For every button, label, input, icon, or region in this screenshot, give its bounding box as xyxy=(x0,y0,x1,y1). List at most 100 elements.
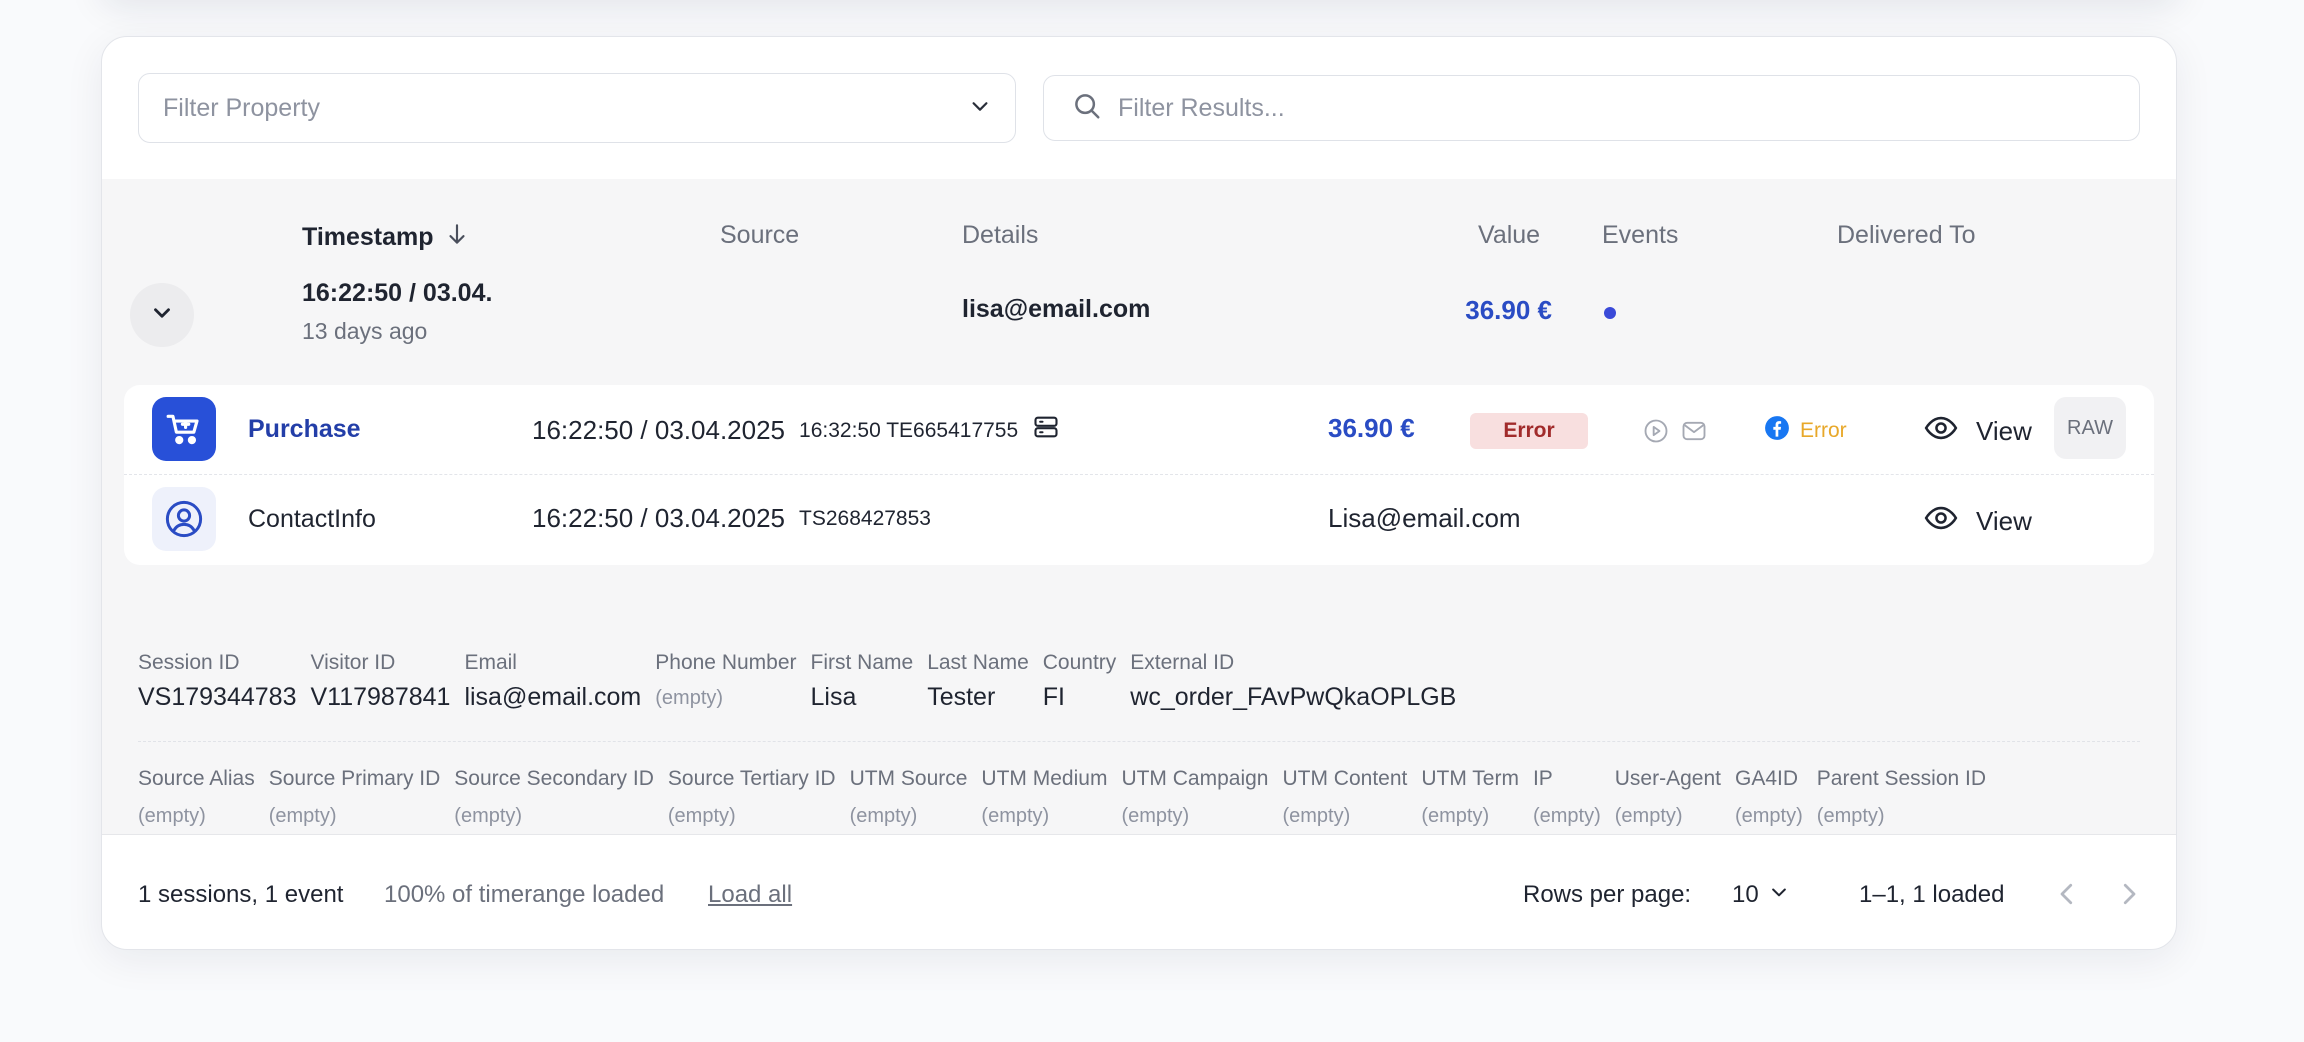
filter-results-field[interactable] xyxy=(1043,75,2140,141)
property-label: Source Alias xyxy=(138,767,255,790)
property-value: (empty) xyxy=(268,805,337,827)
chevron-down-icon xyxy=(969,95,991,122)
previous-page-button[interactable] xyxy=(2052,879,2082,914)
pagination-range: 1–1, 1 loaded xyxy=(1859,881,2005,908)
property-label: UTM Campaign xyxy=(1121,767,1269,790)
property-label: User-Agent xyxy=(1614,767,1721,790)
property-value: (empty) xyxy=(1734,805,1803,827)
session-relative-time: 13 days ago xyxy=(302,318,428,344)
view-event-button[interactable]: View xyxy=(1924,411,2032,452)
property-label: Source Secondary ID xyxy=(454,767,654,790)
column-header-delivered-to[interactable]: Delivered To xyxy=(1837,221,1976,250)
event-name[interactable]: Purchase xyxy=(248,415,361,444)
property-field: UTM Source (empty) xyxy=(850,767,968,828)
filter-property-select[interactable]: Filter Property xyxy=(138,73,1016,143)
source-properties: Source Alias (empty) Source Primary ID (emp… xyxy=(138,767,1986,828)
property-value: (empty) xyxy=(1282,805,1351,827)
property-field: User-Agent (empty) xyxy=(1615,767,1721,828)
property-label: UTM Content xyxy=(1282,767,1408,790)
properties-divider xyxy=(138,741,2140,742)
timestamp-header-label: Timestamp xyxy=(302,223,434,251)
property-value: lisa@email.com xyxy=(464,683,642,711)
property-field: Country FI xyxy=(1043,651,1117,712)
search-icon xyxy=(1072,91,1102,126)
chevron-down-icon xyxy=(149,300,175,331)
table-footer: 1 sessions, 1 event 100% of timerange lo… xyxy=(102,835,2176,949)
property-label: External ID xyxy=(1130,651,1235,674)
property-field: First Name Lisa xyxy=(811,651,914,712)
column-header-source[interactable]: Source xyxy=(720,221,799,250)
session-panel: Timestamp Source Details Value Events De… xyxy=(102,179,2176,835)
raw-button[interactable]: RAW xyxy=(2054,397,2126,459)
property-label: Parent Session ID xyxy=(1816,767,1987,790)
property-label: First Name xyxy=(810,651,914,674)
event-channel-icons xyxy=(1642,417,1708,450)
property-value: (empty) xyxy=(667,805,736,827)
eye-icon xyxy=(1924,411,1958,452)
rows-per-page-select[interactable]: 10 xyxy=(1732,881,1789,909)
property-field: Session ID VS179344783 xyxy=(138,651,296,712)
property-field: Phone Number (empty) xyxy=(655,651,796,712)
expand-session-button[interactable] xyxy=(130,283,194,347)
eye-icon xyxy=(1924,501,1958,542)
property-value: (empty) xyxy=(454,805,523,827)
column-header-value[interactable]: Value xyxy=(1478,221,1540,250)
filter-bar: Filter Property xyxy=(138,73,2140,143)
rows-per-page-label: Rows per page: xyxy=(1523,881,1692,908)
column-header-timestamp[interactable]: Timestamp xyxy=(302,221,470,254)
property-label: Visitor ID xyxy=(310,651,396,674)
event-row[interactable]: ContactInfo 16:22:50 / 03.04.2025 TS2684… xyxy=(124,475,2154,565)
property-label: UTM Term xyxy=(1421,767,1519,790)
event-row[interactable]: Purchase 16:22:50 / 03.04.2025 16:32:50 … xyxy=(124,385,2154,475)
session-value: 36.90 € xyxy=(1465,295,1552,325)
property-value: (empty) xyxy=(655,687,724,709)
timerange-loaded: 100% of timerange loaded xyxy=(384,881,665,908)
column-header-events[interactable]: Events xyxy=(1602,221,1678,250)
delivery-facebook[interactable]: Error xyxy=(1764,415,1847,447)
rows-per-page-value: 10 xyxy=(1732,881,1759,908)
event-value: 36.90 € xyxy=(1328,413,1415,443)
property-value: Lisa xyxy=(810,683,857,711)
server-icon xyxy=(1032,413,1060,448)
view-label: View xyxy=(1976,506,2032,536)
event-indicator-dot xyxy=(1604,307,1616,319)
load-all-link[interactable]: Load all xyxy=(708,881,792,909)
next-page-button[interactable] xyxy=(2114,879,2144,914)
property-value: (empty) xyxy=(1421,805,1490,827)
chevron-left-icon xyxy=(2052,883,2082,913)
property-label: Last Name xyxy=(927,651,1029,674)
event-id: 16:32:50 TE665417755 xyxy=(799,418,1019,442)
cart-icon xyxy=(152,397,216,461)
chevron-down-icon xyxy=(1769,881,1789,909)
event-value: Lisa@email.com xyxy=(1328,503,1521,533)
filter-results-input[interactable] xyxy=(1118,93,2111,123)
sessions-card: Filter Property Timestamp Source Details… xyxy=(101,36,2177,950)
status-badge: Error xyxy=(1470,413,1588,449)
column-header-details[interactable]: Details xyxy=(962,221,1038,250)
event-timestamp: 16:22:50 / 03.04.2025 xyxy=(532,415,786,445)
property-field: Source Primary ID (empty) xyxy=(269,767,441,828)
filter-property-placeholder: Filter Property xyxy=(163,93,320,122)
facebook-icon xyxy=(1764,415,1790,447)
session-timestamp-cell: 16:22:50 / 03.04. 13 days ago xyxy=(302,279,492,345)
event-name[interactable]: ContactInfo xyxy=(248,505,376,534)
property-value: (empty) xyxy=(981,805,1050,827)
property-value: FI xyxy=(1042,683,1065,711)
property-field: UTM Campaign (empty) xyxy=(1121,767,1268,828)
property-label: UTM Source xyxy=(849,767,968,790)
property-field: UTM Content (empty) xyxy=(1282,767,1407,828)
property-field: UTM Term (empty) xyxy=(1421,767,1519,828)
property-value: (empty) xyxy=(1121,805,1190,827)
property-value: (empty) xyxy=(849,805,918,827)
view-label: View xyxy=(1976,416,2032,446)
arrow-down-icon xyxy=(444,221,470,254)
event-list: Purchase 16:22:50 / 03.04.2025 16:32:50 … xyxy=(124,385,2154,565)
property-field: IP (empty) xyxy=(1533,767,1601,828)
user-circle-icon xyxy=(152,487,216,551)
property-label: Phone Number xyxy=(655,651,797,674)
view-event-button[interactable]: View xyxy=(1924,501,2032,542)
property-field: UTM Medium (empty) xyxy=(981,767,1107,828)
property-value: (empty) xyxy=(138,805,206,827)
property-field: Source Alias (empty) xyxy=(138,767,255,828)
property-label: Email xyxy=(464,651,517,674)
